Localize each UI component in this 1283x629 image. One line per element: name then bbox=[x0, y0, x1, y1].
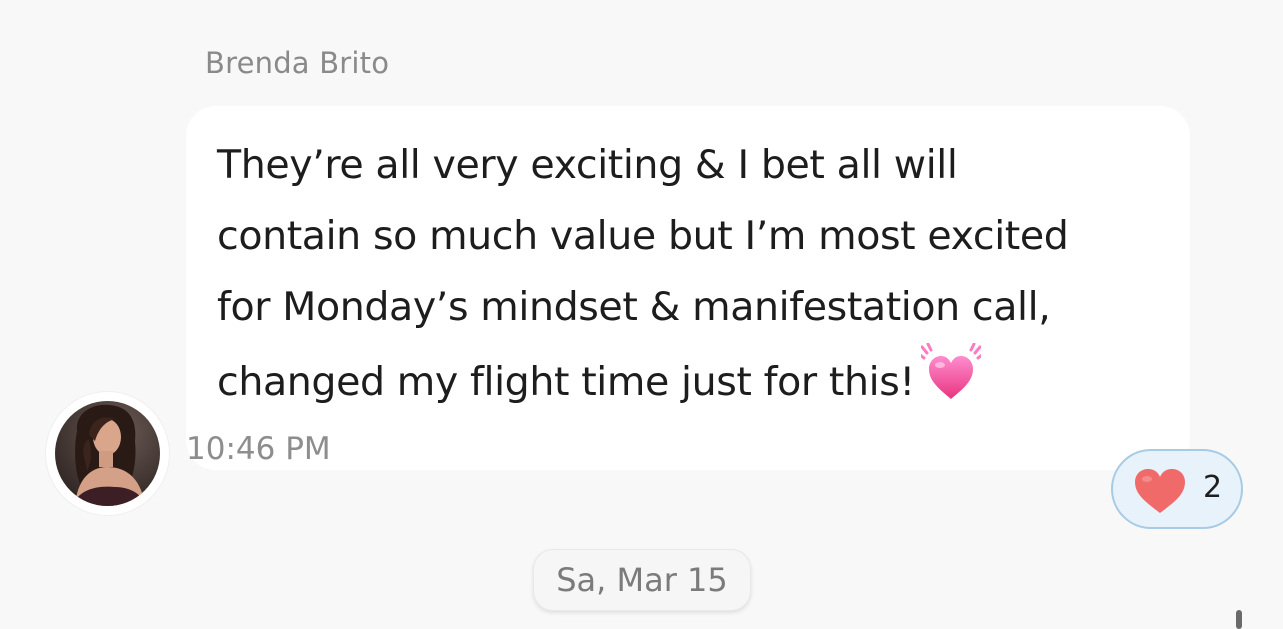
message-text: They’re all very exciting & I bet all wi… bbox=[217, 130, 1167, 418]
reaction-count: 2 bbox=[1203, 470, 1223, 505]
avatar-photo bbox=[55, 401, 160, 506]
message-bubble[interactable]: They’re all very exciting & I bet all wi… bbox=[186, 106, 1190, 470]
message-line: contain so much value but I’m most excit… bbox=[217, 213, 1069, 259]
message-line: They’re all very exciting & I bet all wi… bbox=[217, 142, 958, 188]
message-line: for Monday’s mindset & manifestation cal… bbox=[217, 284, 1051, 330]
heart-reaction-button[interactable]: 2 bbox=[1111, 449, 1243, 529]
scrollbar-thumb[interactable] bbox=[1236, 610, 1242, 629]
message-line: changed my flight time just for this! bbox=[217, 359, 915, 405]
message-timestamp: 10:46 PM bbox=[186, 431, 331, 467]
date-separator: Sa, Mar 15 bbox=[533, 549, 751, 611]
sender-avatar[interactable] bbox=[46, 392, 169, 515]
growing-heart-emoji-icon bbox=[920, 343, 981, 399]
chat-message-area: Brenda Brito They’re all very exciting &… bbox=[0, 0, 1283, 629]
sender-name[interactable]: Brenda Brito bbox=[205, 46, 389, 80]
red-heart-icon bbox=[1135, 469, 1185, 513]
